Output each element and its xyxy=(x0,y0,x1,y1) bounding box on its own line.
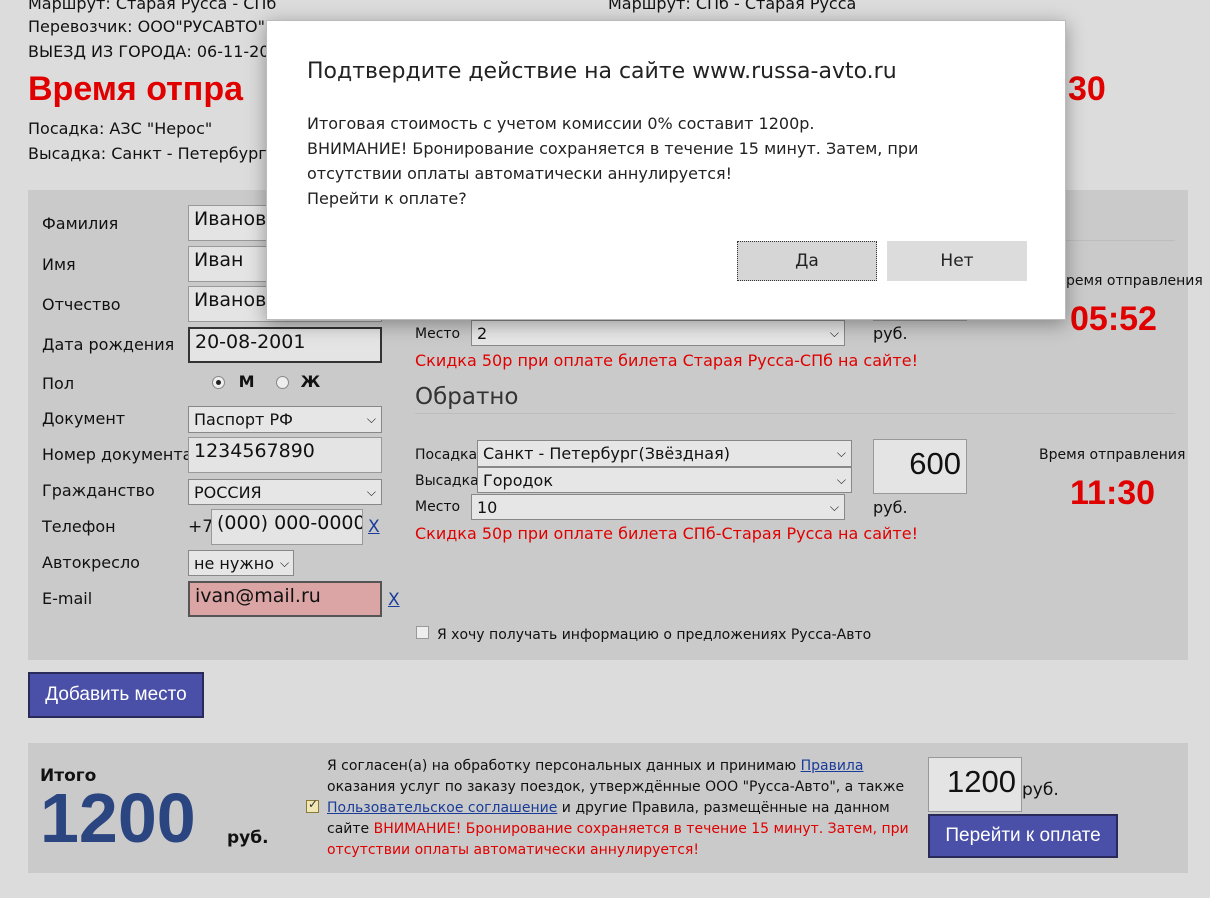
confirm-dialog: Подтвердите действие на сайте www.russa-… xyxy=(266,20,1066,320)
chevron-down-icon: ⌵ xyxy=(279,555,290,570)
return-discount: Скидка 50р при оплате билета СПб-Старая … xyxy=(415,524,918,543)
add-seat-button[interactable]: Добавить место xyxy=(28,672,204,718)
return-seat-select[interactable]: 10 ⌵ xyxy=(471,494,845,520)
departure-time-partial: 30 xyxy=(1068,70,1106,108)
gender-m-label: М xyxy=(238,372,255,391)
email-input[interactable]: ivan@mail.ru xyxy=(188,581,382,617)
route-back: Маршрут: СПб - Старая Русса xyxy=(608,0,857,13)
total-rub: руб. xyxy=(227,828,269,848)
carseat-select[interactable]: не нужно ⌵ xyxy=(188,550,294,576)
gender-m-radio[interactable] xyxy=(212,376,225,389)
pay-button[interactable]: Перейти к оплате xyxy=(928,814,1118,858)
gender-f-label: Ж xyxy=(300,372,321,391)
surname-label: Фамилия xyxy=(42,214,119,233)
departure-date: ВЫЕЗД ИЗ ГОРОДА: 06-11-202 xyxy=(28,42,280,61)
patronymic-label: Отчество xyxy=(42,295,121,314)
return-heading: Обратно xyxy=(415,384,519,410)
docnum-label: Номер документа xyxy=(42,445,193,464)
outbound-seat-select[interactable]: 2 ⌵ xyxy=(471,320,845,346)
citizenship-select-value: РОССИЯ xyxy=(194,482,262,502)
outbound-seat-label: Место xyxy=(415,326,461,342)
confirm-dialog-body: Итоговая стоимость с учетом комиссии 0% … xyxy=(307,111,1007,211)
gender-label: Пол xyxy=(42,374,75,393)
return-boarding-label: Посадка xyxy=(415,447,478,463)
confirm-dialog-line2: ВНИМАНИЕ! Бронирование сохраняется в теч… xyxy=(307,139,919,183)
phone-prefix: +7 xyxy=(188,517,214,537)
chevron-down-icon: ⌵ xyxy=(836,446,846,460)
consent-text-1: Я согласен(а) на обработку персональных … xyxy=(327,758,801,774)
outbound-discount: Скидка 50р при оплате билета Старая Русс… xyxy=(415,351,918,370)
birthdate-label: Дата рождения xyxy=(42,335,175,354)
return-dropoff-label: Высадка xyxy=(415,473,479,489)
consent-text: Я согласен(а) на обработку персональных … xyxy=(327,756,927,861)
consent-checkbox[interactable] xyxy=(306,797,319,813)
total-value: 1200 xyxy=(40,779,196,857)
chevron-down-icon: ⌵ xyxy=(366,484,376,499)
email-label: E-mail xyxy=(42,589,93,608)
agreement-link[interactable]: Пользовательское соглашение xyxy=(327,800,557,816)
consent-text-2: оказания услуг по заказу поездок, утверж… xyxy=(327,779,905,795)
newsletter-checkbox[interactable] xyxy=(416,626,429,639)
return-price-box: 600 xyxy=(873,439,967,494)
outbound-time-label: ремя отправления xyxy=(1066,273,1203,289)
boarding-info: Посадка: АЗС "Нерос" xyxy=(28,119,213,138)
return-divider xyxy=(415,413,1175,414)
return-boarding-value: Санкт - Петербург(Звёздная) xyxy=(483,444,730,463)
return-dropoff-value: Городок xyxy=(483,470,554,490)
confirm-dialog-title: Подтвердите действие на сайте www.russa-… xyxy=(307,59,897,84)
outbound-rub: руб. xyxy=(873,324,908,343)
return-seat-value: 10 xyxy=(477,497,498,517)
confirm-yes-button[interactable]: Да xyxy=(737,241,877,281)
citizenship-select[interactable]: РОССИЯ ⌵ xyxy=(188,479,382,505)
citizenship-label: Гражданство xyxy=(42,481,155,500)
newsletter-label: Я хочу получать информацию о предложения… xyxy=(437,627,872,643)
departure-time-title: Время отпра xyxy=(28,70,244,108)
return-dropoff-select[interactable]: Городок ⌵ xyxy=(477,467,852,493)
rules-link[interactable]: Правила xyxy=(801,758,864,774)
gender-group: М Ж xyxy=(212,372,320,391)
chevron-down-icon: ⌵ xyxy=(829,325,839,340)
chevron-down-icon: ⌵ xyxy=(366,412,376,426)
route-out: Маршрут: Старая Русса - СПб xyxy=(28,0,277,13)
return-boarding-select[interactable]: Санкт - Петербург(Звёздная) ⌵ xyxy=(477,440,852,467)
gender-f-radio[interactable] xyxy=(276,376,290,389)
confirm-dialog-line3: Перейти к оплате? xyxy=(307,189,467,208)
birthdate-input[interactable]: 20-08-2001 xyxy=(188,327,382,363)
sum-box: 1200 xyxy=(928,757,1022,812)
carseat-label: Автокресло xyxy=(42,553,140,572)
outbound-seat-value: 2 xyxy=(477,323,488,343)
chevron-down-icon: ⌵ xyxy=(836,472,846,487)
document-label: Документ xyxy=(42,409,126,428)
return-time-label: Время отправления xyxy=(1039,447,1186,463)
phone-input[interactable]: (000) 000-0000 xyxy=(211,509,363,545)
document-select[interactable]: Паспорт РФ ⌵ xyxy=(188,406,382,433)
dropoff-info: Высадка: Санкт - Петербург(З xyxy=(28,144,284,163)
outbound-price-box-edge xyxy=(873,320,967,322)
phone-clear-link[interactable]: X xyxy=(368,517,380,537)
carrier: Перевозчик: ООО"РУСАВТО" xyxy=(28,17,265,36)
docnum-input[interactable]: 1234567890 xyxy=(188,437,382,473)
email-clear-link[interactable]: X xyxy=(388,590,400,610)
return-rub: руб. xyxy=(873,498,908,517)
phone-label: Телефон xyxy=(42,517,116,536)
return-time-value: 11:30 xyxy=(1070,474,1156,512)
carseat-select-value: не нужно xyxy=(194,553,274,573)
sum-rub: руб. xyxy=(1022,780,1059,800)
document-select-value: Паспорт РФ xyxy=(194,410,293,429)
outbound-time-value: 05:52 xyxy=(1070,300,1157,338)
confirm-dialog-line1: Итоговая стоимость с учетом комиссии 0% … xyxy=(307,114,815,133)
return-seat-label: Место xyxy=(415,499,461,515)
confirm-no-button[interactable]: Нет xyxy=(887,241,1027,281)
name-label: Имя xyxy=(42,255,76,274)
consent-warning: ВНИМАНИЕ! Бронирование сохраняется в теч… xyxy=(327,821,909,858)
chevron-down-icon: ⌵ xyxy=(829,499,839,514)
